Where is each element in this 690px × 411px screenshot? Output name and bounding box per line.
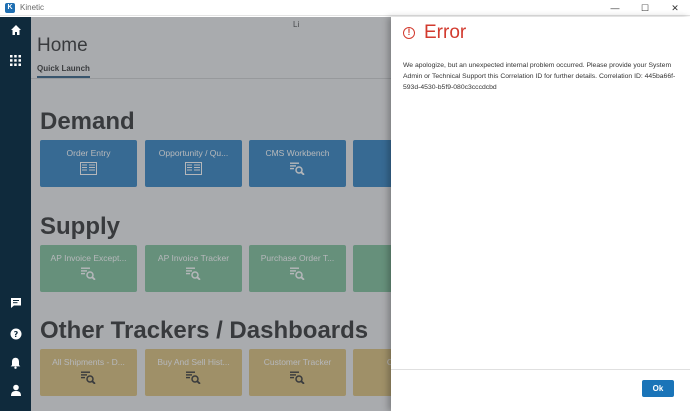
notifications-icon[interactable] (0, 355, 31, 375)
section-title-other-trackers: Other Trackers / Dashboards (40, 317, 369, 344)
tab-divider (31, 78, 391, 79)
tile-demand-4[interactable]: C (353, 140, 391, 187)
chat-icon[interactable] (0, 295, 31, 315)
tile-ap-invoice-exception[interactable]: AP Invoice Except... (40, 245, 137, 292)
error-icon: ! (403, 27, 415, 39)
tile-label: AP Invoice Tracker (157, 253, 230, 263)
maximize-button[interactable]: ☐ (630, 0, 660, 16)
help-icon[interactable]: ? (0, 326, 31, 346)
page-title: Home (37, 35, 88, 56)
tile-ap-invoice-tracker[interactable]: AP Invoice Tracker (145, 245, 242, 292)
tab-quick-launch[interactable]: Quick Launch (37, 64, 90, 78)
ok-button[interactable]: Ok (642, 380, 674, 397)
tile-label: Opportunity / Qu... (158, 148, 229, 158)
user-icon[interactable] (0, 382, 31, 402)
window-title: Kinetic (20, 3, 45, 12)
tile-label: Custom (386, 357, 391, 367)
tile-label: CMS Workbench (265, 148, 330, 158)
tile-purchase-order-tracker[interactable]: Purchase Order T... (249, 245, 346, 292)
window-titlebar: K Kinetic — ☐ ✕ (0, 0, 690, 16)
tile-supply-4[interactable]: Purch (353, 245, 391, 292)
error-panel: ! Error We apologize, but an unexpected … (391, 17, 690, 411)
tile-label: All Shipments - D... (52, 357, 125, 367)
tile-label: Purch (353, 253, 391, 263)
tile-label: AP Invoice Except... (50, 253, 127, 263)
tile-order-entry[interactable]: Order Entry (40, 140, 137, 187)
kinetic-app-icon: K (5, 2, 15, 13)
error-title: Error (424, 22, 467, 43)
section-title-supply: Supply (40, 213, 121, 240)
home-icon[interactable] (0, 22, 31, 42)
svg-text:?: ? (13, 330, 18, 339)
window-controls: — ☐ ✕ (600, 0, 690, 16)
minimize-button[interactable]: — (600, 0, 630, 16)
tile-customer-tracker[interactable]: Customer Tracker (249, 349, 346, 396)
error-message: We apologize, but an unexpected internal… (403, 62, 676, 91)
tile-buy-and-sell-history[interactable]: Buy And Sell Hist... (145, 349, 242, 396)
tracker-search-icon (290, 267, 305, 280)
panel-footer-divider (391, 369, 690, 370)
tile-other-4[interactable]: Custom (353, 349, 391, 396)
tracker-search-icon (290, 371, 305, 384)
tracker-search-icon (290, 162, 305, 175)
main-content: Home Li Quick Launch Demand Order Entry … (31, 17, 391, 411)
close-window-button[interactable]: ✕ (660, 0, 690, 16)
tile-label: Buy And Sell Hist... (157, 357, 230, 367)
tracker-search-icon (81, 267, 96, 280)
tile-label: Customer Tracker (263, 357, 332, 367)
tile-opportunity-quote[interactable]: Opportunity / Qu... (145, 140, 242, 187)
apps-grid-icon[interactable] (0, 52, 31, 72)
tile-label: Order Entry (66, 148, 111, 158)
nav-rail: ? (0, 17, 31, 411)
tile-all-shipments[interactable]: All Shipments - D... (40, 349, 137, 396)
topright-label: Li (293, 20, 300, 29)
tile-label: C (353, 148, 391, 158)
tracker-search-icon (81, 371, 96, 384)
form-icon (185, 162, 202, 175)
section-title-demand: Demand (40, 108, 135, 135)
tile-label: Purchase Order T... (260, 253, 335, 263)
tracker-search-icon (186, 267, 201, 280)
tile-cms-workbench[interactable]: CMS Workbench (249, 140, 346, 187)
tracker-search-icon (186, 371, 201, 384)
form-icon (80, 162, 97, 175)
